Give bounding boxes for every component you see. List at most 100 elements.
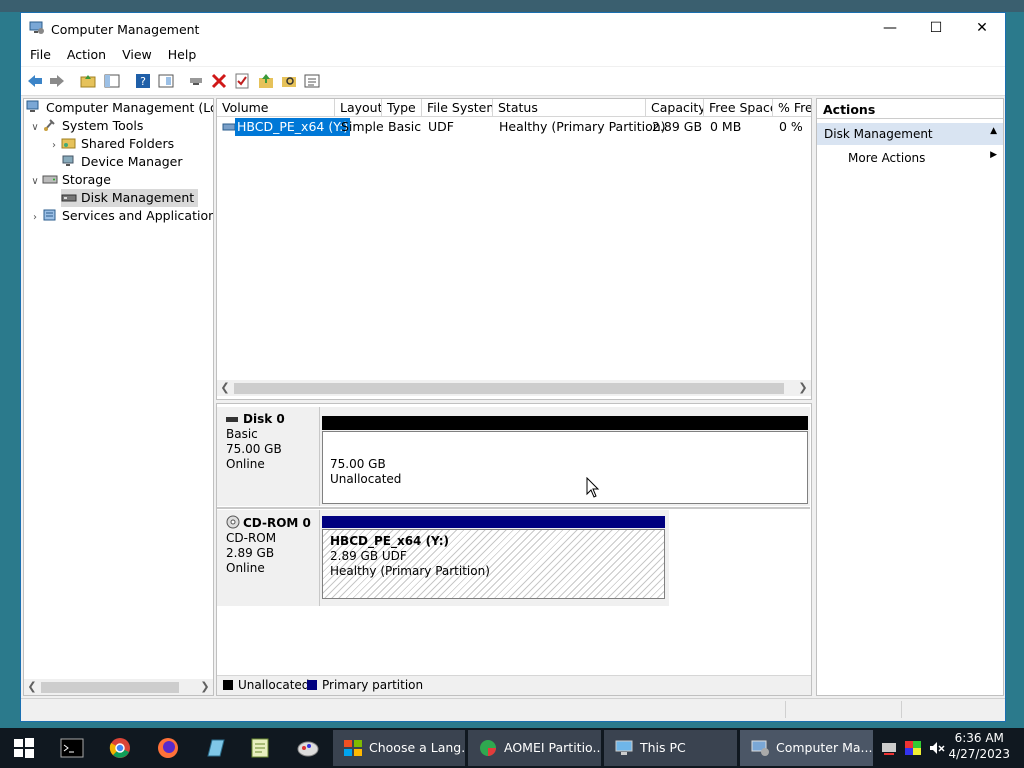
mouse-cursor-icon [586, 477, 600, 498]
up-arrow-folder-icon[interactable] [257, 72, 275, 90]
title-bar[interactable]: Computer Management — ☐ ✕ [21, 13, 1005, 44]
taskbar-task-this-pc[interactable]: This PC [604, 730, 737, 766]
table-row[interactable]: HBCD_PE_x64 (Y:) Simple Basic UDF Health… [217, 118, 811, 136]
minimize-button[interactable]: — [867, 13, 913, 44]
connect-icon[interactable] [187, 72, 205, 90]
check-properties-icon[interactable] [233, 72, 251, 90]
taskbar-clock[interactable]: 6:36 AM 4/27/2023 [948, 731, 1010, 761]
notepad-icon[interactable] [204, 736, 228, 760]
expanded-chevron-icon[interactable]: ∨ [28, 119, 42, 137]
taskbar-task-choose-language[interactable]: Choose a Lang... [333, 730, 465, 766]
tree-item-system-tools[interactable]: ∨ System Tools [28, 117, 143, 135]
back-arrow-icon[interactable] [26, 72, 44, 90]
list-view-icon[interactable] [303, 72, 321, 90]
submenu-arrow-icon: ▶ [990, 150, 997, 160]
tree-item-services-and-applications[interactable]: › Services and Applications [28, 207, 214, 227]
scroll-right-arrow-icon[interactable]: ❯ [197, 679, 213, 695]
column-header-layout[interactable]: Layout [335, 99, 382, 117]
menu-bar: File Action View Help [21, 44, 1005, 66]
maximize-button[interactable]: ☐ [913, 13, 959, 44]
forward-arrow-icon[interactable] [48, 72, 66, 90]
chrome-icon[interactable] [108, 736, 132, 760]
notepad-plus-plus-icon[interactable] [248, 736, 272, 760]
computer-management-window: Computer Management — ☐ ✕ File Action View… [20, 12, 1006, 722]
partition-unallocated[interactable]: 75.00 GB Unallocated [322, 431, 808, 504]
desktop-background [0, 0, 1024, 12]
close-button[interactable]: ✕ [959, 13, 1005, 44]
tree-horizontal-scrollbar[interactable]: ❮ ❯ [24, 679, 213, 695]
volume-list-horizontal-scrollbar[interactable]: ❮ ❯ [217, 380, 811, 396]
collapse-triangle-icon[interactable]: ▲ [990, 126, 997, 136]
column-header-volume[interactable]: Volume [217, 99, 335, 117]
properties-view-icon[interactable] [157, 72, 175, 90]
disk-row-cd-rom-0[interactable]: CD-ROM 0 CD-ROM 2.89 GB Online HBCD_PE_x… [217, 510, 669, 606]
menu-view[interactable]: View [113, 44, 159, 62]
tree-item-label: Computer Management (Local [46, 100, 213, 115]
computer-management-icon [26, 100, 39, 112]
device-manager-icon [62, 155, 74, 166]
menu-help[interactable]: Help [159, 44, 204, 62]
console-tree-icon[interactable] [103, 72, 121, 90]
tree-item-label: Services and Applications [62, 208, 214, 223]
column-header-status[interactable]: Status [493, 99, 646, 117]
column-header-file-system[interactable]: File System [422, 99, 493, 117]
tree-item-storage[interactable]: ∨ Storage [28, 171, 111, 189]
computer-management-icon [29, 21, 44, 34]
scrollbar-thumb[interactable] [41, 682, 179, 693]
paint-tool-icon[interactable] [296, 736, 320, 760]
tree-item-label: Shared Folders [81, 136, 175, 151]
status-divider [901, 701, 902, 718]
column-header-type[interactable]: Type [382, 99, 422, 117]
legend-bar: Unallocated Primary partition [217, 675, 811, 695]
computer-management-icon [751, 740, 769, 756]
tree-item-disk-management[interactable]: Disk Management [61, 189, 199, 207]
tree-item-shared-folders[interactable]: › Shared Folders [47, 135, 174, 153]
volume-name[interactable]: HBCD_PE_x64 (Y:) [235, 118, 351, 136]
firefox-icon[interactable] [156, 736, 180, 760]
tree-item-label: Storage [62, 172, 111, 187]
disk-info-disk-0[interactable]: Disk 0 Basic 75.00 GB Online [217, 407, 320, 506]
more-actions-label: More Actions [848, 151, 926, 165]
services-icon [43, 209, 56, 221]
actions-section-disk-management[interactable]: Disk Management ▲ [817, 123, 1003, 145]
disk-management-icon [61, 194, 77, 202]
column-header-free-space[interactable]: Free Space [704, 99, 773, 117]
menu-action[interactable]: Action [58, 44, 113, 62]
disk-info-cd-rom-0[interactable]: CD-ROM 0 CD-ROM 2.89 GB Online [217, 510, 320, 606]
disk-row-disk-0[interactable]: Disk 0 Basic 75.00 GB Online 75.00 GB Un… [217, 407, 810, 506]
action-more-actions[interactable]: More Actions ▶ [817, 147, 1003, 169]
primary-legend-label: Primary partition [322, 678, 424, 692]
taskbar-task-aomei-partition[interactable]: AOMEI Partitio... [468, 730, 601, 766]
scroll-right-arrow-icon[interactable]: ❯ [795, 380, 811, 396]
delete-icon[interactable] [210, 72, 228, 90]
help-icon[interactable]: ? [134, 72, 152, 90]
taskbar-task-computer-management[interactable]: Computer Ma... [740, 730, 873, 766]
volume-muted-icon[interactable] [928, 739, 946, 757]
column-header-percent-free[interactable]: % Free [773, 99, 811, 117]
scroll-left-arrow-icon[interactable]: ❮ [217, 380, 233, 396]
disk-kind: CD-ROM [226, 531, 277, 545]
column-header-capacity[interactable]: Capacity [646, 99, 704, 117]
scroll-left-arrow-icon[interactable]: ❮ [24, 679, 40, 695]
menu-file[interactable]: File [21, 44, 58, 62]
tree-item-device-manager[interactable]: Device Manager [61, 153, 183, 171]
tree-item-computer-management[interactable]: Computer Management (Local [26, 99, 213, 117]
volume-list-pane: Volume Layout Type File System Status Ca… [216, 98, 812, 400]
volume-capacity: 2.89 GB [652, 119, 703, 134]
up-folder-icon[interactable] [79, 72, 97, 90]
partition-hbcd-pe-x64[interactable]: HBCD_PE_x64 (Y:) 2.89 GB UDF Healthy (Pr… [322, 529, 665, 599]
unallocated-legend-label: Unallocated [238, 678, 310, 692]
scrollbar-thumb[interactable] [234, 383, 784, 394]
taskbar: Choose a Lang... AOMEI Partitio... This … [0, 728, 1024, 768]
this-pc-icon [615, 740, 633, 755]
status-bar [21, 698, 1005, 721]
network-tray-icon[interactable] [880, 739, 898, 757]
expanded-chevron-icon[interactable]: ∨ [28, 173, 42, 191]
windows-start-icon[interactable] [12, 736, 36, 760]
task-label: Choose a Lang... [369, 740, 465, 755]
collapsed-chevron-icon[interactable]: › [47, 137, 61, 155]
search-folder-icon[interactable] [280, 72, 298, 90]
collapsed-chevron-icon[interactable]: › [28, 209, 42, 227]
command-prompt-icon[interactable] [60, 736, 84, 760]
color-display-tray-icon[interactable] [904, 739, 922, 757]
